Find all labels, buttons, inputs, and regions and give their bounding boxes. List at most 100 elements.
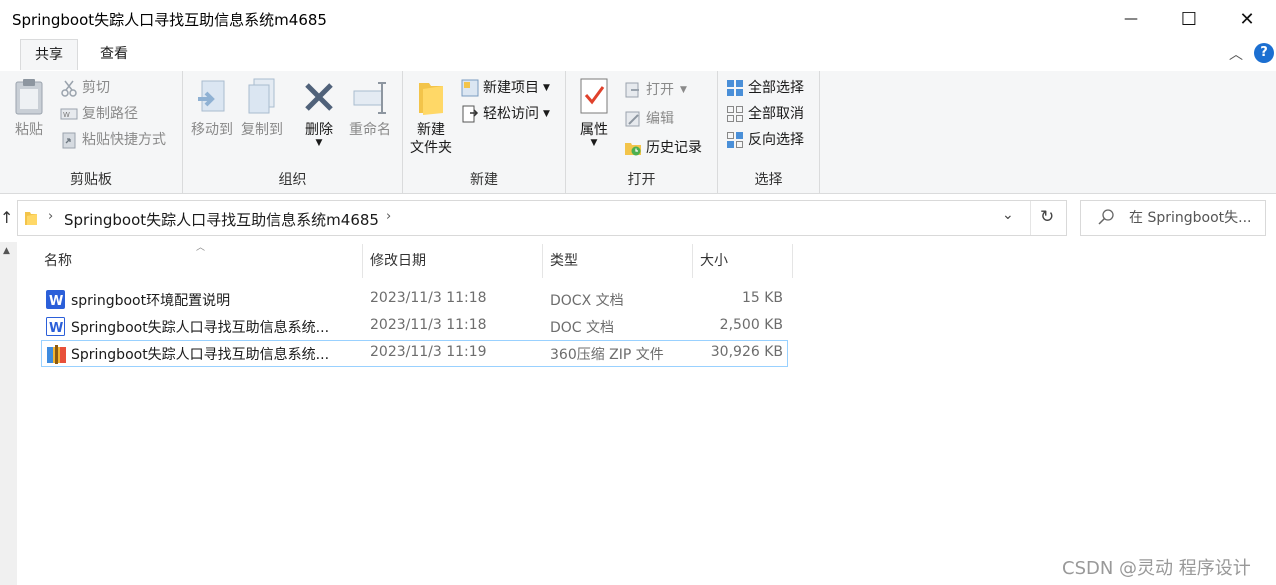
edit-button[interactable]: 编辑 <box>624 108 674 130</box>
file-modified: 2023/11/3 11:19 <box>370 344 487 360</box>
cut-label: 剪切 <box>82 80 110 96</box>
history-button[interactable]: 历史记录 <box>624 137 702 159</box>
cut-button[interactable]: 剪切 <box>60 77 110 99</box>
column-separator[interactable] <box>792 244 793 278</box>
group-organize: 移动到 复制到 删除 ▼ 重命名 组织 <box>183 71 403 193</box>
copy-to-icon <box>244 77 280 117</box>
new-item-dropdown-icon: ▼ <box>543 83 550 93</box>
group-label-new: 新建 <box>470 172 498 188</box>
rename-button[interactable]: 重命名 <box>345 77 395 139</box>
paste-shortcut-label: 粘贴快捷方式 <box>82 132 166 148</box>
breadcrumb-chevron-icon[interactable]: › <box>386 209 391 224</box>
select-none-label: 全部取消 <box>748 106 804 122</box>
file-row[interactable]: W Springboot失踪人口寻找互助信息系统... 2023/11/3 11… <box>41 313 788 340</box>
history-icon <box>624 139 642 157</box>
minimize-icon: — <box>1124 11 1138 27</box>
delete-x-icon <box>301 77 337 117</box>
copy-path-button[interactable]: W 复制路径 <box>60 103 138 125</box>
ribbon: 粘贴 剪切 W 复制路径 粘贴快捷方式 剪贴板 移动到 复制到 删除 ▼ 重命名… <box>0 71 1276 194</box>
group-label-select: 选择 <box>754 172 783 188</box>
properties-label: 属性 <box>580 122 608 138</box>
nav-scroll-up-icon[interactable]: ▲ <box>3 246 10 256</box>
address-bar[interactable]: › Springboot失踪人口寻找互助信息系统m4685 › ⌄ ↻ <box>17 200 1067 236</box>
address-history-dropdown-icon[interactable]: ⌄ <box>1002 207 1014 223</box>
paste-shortcut-button[interactable]: 粘贴快捷方式 <box>60 129 166 151</box>
easy-access-label: 轻松访问 <box>483 106 539 122</box>
paste-label: 粘贴 <box>15 122 43 138</box>
search-box[interactable] <box>1080 200 1266 236</box>
easy-access-button[interactable]: 轻松访问 ▼ <box>461 103 550 125</box>
select-all-label: 全部选择 <box>748 80 804 96</box>
clipboard-icon <box>11 77 47 117</box>
word-doc-icon: W <box>46 317 65 336</box>
file-row-selected[interactable]: Springboot失踪人口寻找互助信息系统... 2023/11/3 11:1… <box>41 340 788 367</box>
close-icon: ✕ <box>1239 8 1255 30</box>
properties-button[interactable]: 属性 ▼ <box>572 77 616 148</box>
column-header-name[interactable]: 名称 <box>44 244 72 278</box>
new-folder-button[interactable]: 新建 文件夹 <box>407 77 455 157</box>
tab-share[interactable]: 共享 <box>20 39 78 70</box>
svg-text:W: W <box>49 294 63 309</box>
tab-view[interactable]: 查看 <box>86 39 142 70</box>
svg-text:W: W <box>49 321 63 336</box>
maximize-button[interactable]: ☐ <box>1160 0 1218 38</box>
refresh-icon[interactable]: ↻ <box>1040 207 1054 227</box>
address-bar-row: ↑ › Springboot失踪人口寻找互助信息系统m4685 › ⌄ ↻ <box>0 196 1276 242</box>
easy-access-dropdown-icon: ▼ <box>543 109 550 119</box>
column-header-type[interactable]: 类型 <box>550 244 578 278</box>
minimize-button[interactable]: — <box>1102 0 1160 38</box>
copy-to-label: 复制到 <box>241 122 283 138</box>
column-separator[interactable] <box>362 244 363 278</box>
properties-check-icon <box>576 77 612 117</box>
ribbon-tab-bar: 共享 查看 <box>0 38 1276 70</box>
close-button[interactable]: ✕ <box>1218 0 1276 38</box>
help-icon[interactable]: ? <box>1254 43 1274 63</box>
edit-pencil-icon <box>624 110 642 128</box>
rename-icon <box>352 77 388 117</box>
svg-text:W: W <box>63 111 70 119</box>
properties-dropdown-icon[interactable]: ▼ <box>572 139 616 148</box>
file-name: Springboot失踪人口寻找互助信息系统... <box>71 320 330 336</box>
move-to-button[interactable]: 移动到 <box>187 77 237 139</box>
group-clipboard: 粘贴 剪切 W 复制路径 粘贴快捷方式 剪贴板 <box>0 71 183 193</box>
paste-button[interactable]: 粘贴 <box>8 77 50 139</box>
group-open: 属性 ▼ 打开 ▼ 编辑 历史记录 打开 <box>566 71 718 193</box>
group-label-clipboard: 剪贴板 <box>70 172 112 188</box>
select-all-button[interactable]: 全部选择 <box>726 77 804 99</box>
column-separator[interactable] <box>692 244 693 278</box>
search-input[interactable] <box>1129 207 1261 229</box>
open-icon <box>624 81 642 99</box>
file-type: 360压缩 ZIP 文件 <box>550 347 664 363</box>
select-none-button[interactable]: 全部取消 <box>726 103 804 125</box>
new-item-label: 新建项目 <box>483 80 539 96</box>
breadcrumb-separator-icon[interactable]: › <box>48 209 53 224</box>
window-title: Springboot失踪人口寻找互助信息系统m4685 <box>12 11 327 29</box>
column-header-modified[interactable]: 修改日期 <box>370 244 426 278</box>
up-arrow-icon[interactable]: ↑ <box>0 208 13 227</box>
ribbon-collapse-icon[interactable]: ︿ <box>1229 44 1243 64</box>
open-button[interactable]: 打开 ▼ <box>624 79 687 101</box>
column-separator[interactable] <box>542 244 543 278</box>
open-dropdown-icon: ▼ <box>680 85 687 95</box>
new-folder-label: 新建 文件夹 <box>410 122 452 156</box>
delete-dropdown-icon[interactable]: ▼ <box>297 139 341 148</box>
file-row[interactable]: W springboot环境配置说明 2023/11/3 11:18 DOCX … <box>41 286 788 313</box>
column-header-size[interactable]: 大小 <box>700 244 728 278</box>
new-item-button[interactable]: 新建项目 ▼ <box>461 77 550 99</box>
maximize-icon: ☐ <box>1180 8 1198 30</box>
invert-selection-button[interactable]: 反向选择 <box>726 129 804 151</box>
paste-shortcut-icon <box>60 131 78 149</box>
delete-button[interactable]: 删除 ▼ <box>297 77 341 148</box>
select-none-icon <box>726 105 744 123</box>
breadcrumb-current-folder[interactable]: Springboot失踪人口寻找互助信息系统m4685 <box>64 209 379 230</box>
search-icon <box>1097 208 1115 230</box>
file-size: 30,926 KB <box>710 344 783 360</box>
file-type: DOC 文档 <box>550 320 615 336</box>
scissors-icon <box>60 79 78 97</box>
invert-selection-icon <box>726 131 744 149</box>
group-label-open: 打开 <box>627 172 656 188</box>
file-size: 15 KB <box>741 290 783 306</box>
group-label-organize: 组织 <box>278 172 307 188</box>
copy-to-button[interactable]: 复制到 <box>237 77 287 139</box>
navigation-pane-edge[interactable]: ▲ <box>0 242 17 585</box>
